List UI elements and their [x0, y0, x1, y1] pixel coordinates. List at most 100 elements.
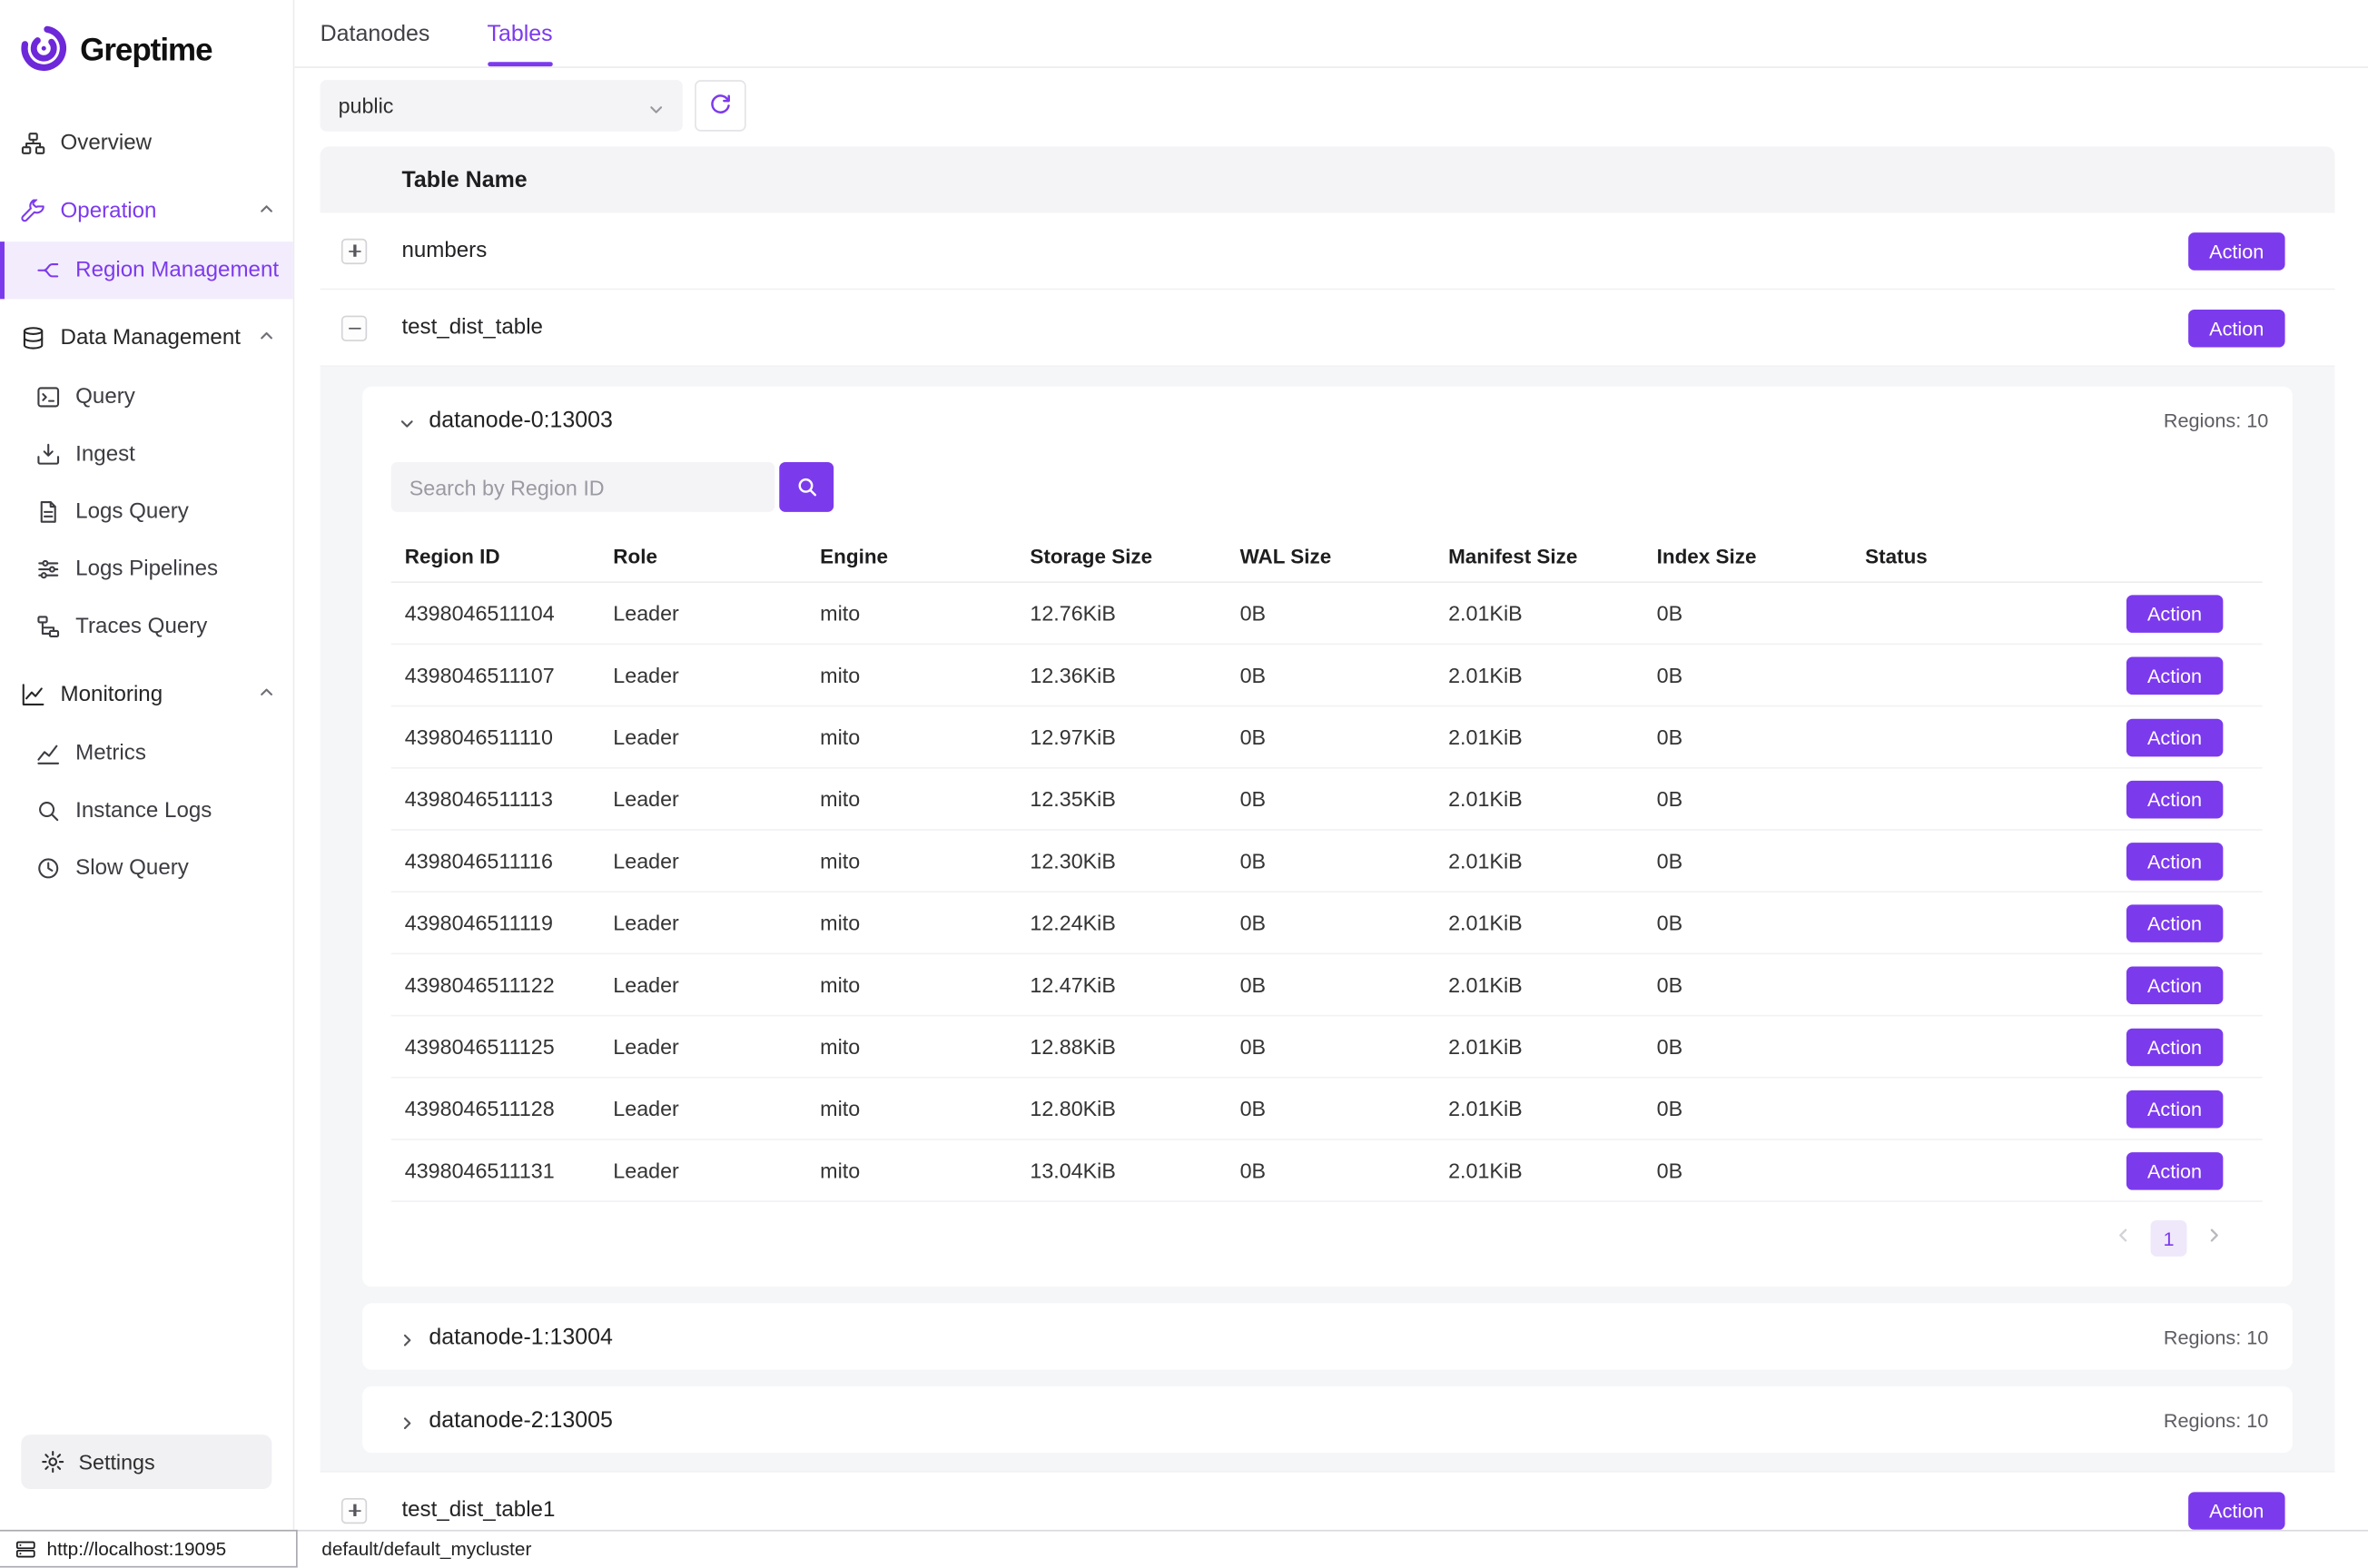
datanode-panel-header[interactable]: datanode-1:13004 Regions: 10 [362, 1303, 2293, 1369]
region-cell-manifest-size: 2.01KiB [1448, 1097, 1657, 1121]
overview-icon [21, 132, 45, 156]
app-root: Greptime Overview Operation Region Manag… [0, 0, 2368, 1568]
endpoint-indicator[interactable]: http://localhost:19095 [0, 1530, 298, 1568]
region-row: 4398046511119 Leader mito 12.24KiB 0B 2.… [391, 892, 2263, 954]
sidebar-item-logs-query[interactable]: Logs Query [0, 483, 293, 540]
chevron-right-icon [399, 1411, 415, 1427]
region-action-button[interactable]: Action [2126, 656, 2224, 695]
sidebar-item-monitoring[interactable]: Monitoring [0, 665, 293, 725]
metrics-icon [36, 742, 61, 766]
sidebar-item-label: Region Management [75, 258, 279, 282]
region-action-button[interactable]: Action [2126, 1151, 2224, 1189]
pipeline-icon [36, 557, 61, 582]
sidebar-item-data-management[interactable]: Data Management [0, 308, 293, 369]
region-row: 4398046511104 Leader mito 12.76KiB 0B 2.… [391, 583, 2263, 645]
pagination-prev-icon[interactable] [2115, 1225, 2133, 1252]
search-icon [795, 476, 818, 498]
schema-select[interactable]: public [321, 80, 683, 132]
column-header: Storage Size [1030, 545, 1239, 567]
region-search-button[interactable] [779, 462, 834, 512]
datanode-panel-header[interactable]: datanode-2:13005 Regions: 10 [362, 1386, 2293, 1453]
sidebar-item-label: Traces Query [75, 615, 207, 639]
table-name-column-header: Table Name [401, 167, 527, 192]
pagination-page-current[interactable]: 1 [2151, 1220, 2187, 1257]
region-action-button[interactable]: Action [2126, 1090, 2224, 1128]
query-icon [36, 385, 61, 409]
greptime-logo-icon [18, 22, 70, 81]
region-action-button[interactable]: Action [2126, 903, 2224, 942]
region-cell-manifest-size: 2.01KiB [1448, 1034, 1657, 1059]
datanode-name: datanode-2:13005 [429, 1406, 613, 1432]
sidebar-item-operation[interactable]: Operation [0, 182, 293, 242]
collapse-icon[interactable] [341, 315, 367, 340]
tables-list: Table Name numbers Action test_dist_tabl… [321, 146, 2335, 1530]
region-action-button[interactable]: Action [2126, 780, 2224, 818]
sidebar-item-metrics[interactable]: Metrics [0, 725, 293, 782]
region-cell-role: Leader [613, 601, 820, 626]
region-cell-region-id: 4398046511119 [405, 911, 614, 935]
column-header: Role [613, 545, 820, 567]
document-icon [36, 500, 61, 525]
tab-tables[interactable]: Tables [488, 0, 553, 66]
region-cell-wal-size: 0B [1240, 601, 1449, 626]
sidebar-item-label: Operation [61, 200, 157, 224]
action-button[interactable]: Action [2188, 232, 2285, 270]
region-cell-role: Leader [613, 1034, 820, 1059]
refresh-button[interactable] [695, 80, 746, 132]
sidebar-item-label: Metrics [75, 742, 146, 766]
sidebar-item-label: Instance Logs [75, 799, 212, 823]
database-icon [21, 326, 45, 350]
sidebar-item-overview[interactable]: Overview [0, 114, 293, 172]
region-management-icon [36, 258, 61, 282]
region-cell-engine: mito [820, 663, 1030, 687]
chevron-down-icon [399, 411, 415, 428]
region-cell-storage-size: 12.47KiB [1030, 972, 1239, 997]
pagination-next-icon[interactable] [2205, 1225, 2223, 1252]
region-cell-region-id: 4398046511116 [405, 849, 614, 873]
region-table-section: Region ID Role Engine Storage Size WAL S… [362, 453, 2293, 1287]
action-button[interactable]: Action [2188, 1492, 2285, 1530]
region-action-button[interactable]: Action [2126, 595, 2224, 633]
expanded-region-panel: datanode-0:13003 Regions: 10 [321, 367, 2335, 1473]
tab-label: Datanodes [321, 20, 430, 45]
region-cell-engine: mito [820, 787, 1030, 812]
region-action-button[interactable]: Action [2126, 842, 2224, 880]
datanode-panel-header[interactable]: datanode-0:13003 Regions: 10 [362, 387, 2293, 453]
tree-icon [36, 615, 61, 639]
region-cell-manifest-size: 2.01KiB [1448, 1159, 1657, 1183]
sidebar-item-logs-pipelines[interactable]: Logs Pipelines [0, 540, 293, 597]
sidebar-item-instance-logs[interactable]: Instance Logs [0, 783, 293, 840]
datanode-name: datanode-1:13004 [429, 1324, 613, 1349]
action-button[interactable]: Action [2188, 309, 2285, 347]
sidebar-item-label: Data Management [61, 326, 241, 350]
sidebar-item-slow-query[interactable]: Slow Query [0, 840, 293, 897]
region-cell-index-size: 0B [1657, 849, 1866, 873]
region-action-button[interactable]: Action [2126, 718, 2224, 756]
sidebar-item-query[interactable]: Query [0, 369, 293, 426]
sidebar-item-ingest[interactable]: Ingest [0, 426, 293, 483]
region-cell-storage-size: 12.80KiB [1030, 1097, 1239, 1121]
chevron-down-icon [648, 97, 665, 113]
region-search-input[interactable] [391, 462, 775, 512]
tab-label: Tables [488, 20, 553, 45]
region-row: 4398046511125 Leader mito 12.88KiB 0B 2.… [391, 1016, 2263, 1078]
region-cell-index-size: 0B [1657, 663, 1866, 687]
sidebar-item-traces-query[interactable]: Traces Query [0, 598, 293, 656]
sidebar-item-label: Slow Query [75, 856, 189, 881]
sidebar-item-label: Logs Query [75, 500, 189, 525]
expand-icon[interactable] [341, 238, 367, 263]
chart-icon [21, 683, 45, 707]
chevron-up-icon [258, 200, 274, 224]
brand: Greptime [0, 0, 293, 100]
region-action-button[interactable]: Action [2126, 1028, 2224, 1066]
region-row: 4398046511128 Leader mito 12.80KiB 0B 2.… [391, 1079, 2263, 1140]
expand-icon[interactable] [341, 1497, 367, 1523]
region-action-button[interactable]: Action [2126, 966, 2224, 1004]
column-header: Index Size [1657, 545, 1866, 567]
tab-datanodes[interactable]: Datanodes [321, 0, 430, 66]
table-row-test-dist-table: test_dist_table Action [321, 290, 2335, 367]
sidebar-item-region-management[interactable]: Region Management [0, 242, 293, 299]
tables-page: public Table Name numbers Action [294, 68, 2368, 1530]
table-list-header: Table Name [321, 146, 2335, 212]
settings-button[interactable]: Settings [21, 1435, 271, 1489]
